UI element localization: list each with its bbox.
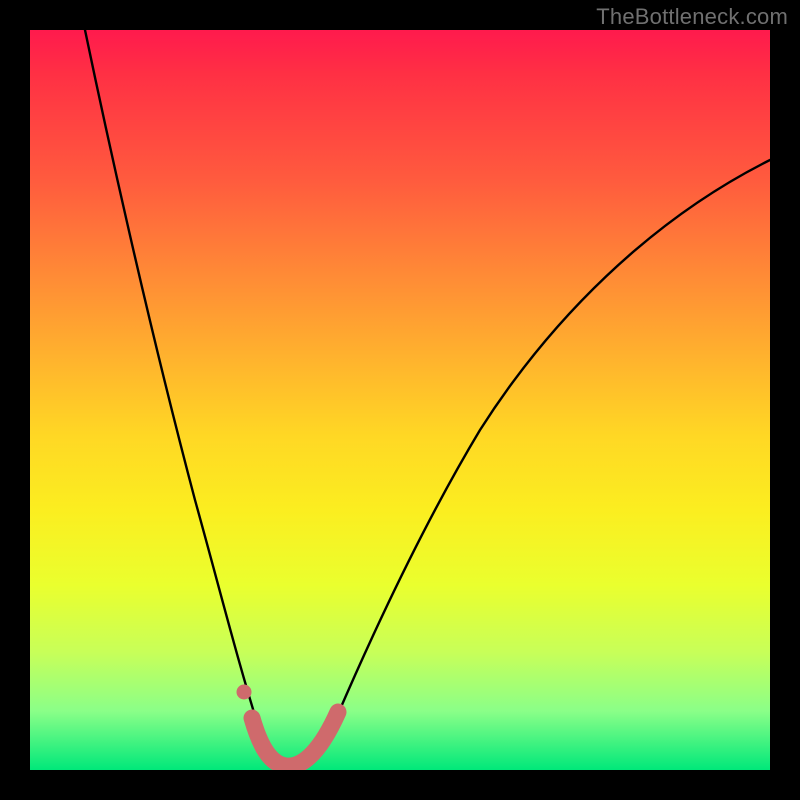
- plot-area: [30, 30, 770, 770]
- chart-frame: TheBottleneck.com: [0, 0, 800, 800]
- highlight-band: [252, 712, 338, 766]
- curve-svg: [30, 30, 770, 770]
- highlight-dot: [237, 685, 252, 700]
- bottleneck-curve: [85, 30, 770, 766]
- watermark-text: TheBottleneck.com: [596, 4, 788, 30]
